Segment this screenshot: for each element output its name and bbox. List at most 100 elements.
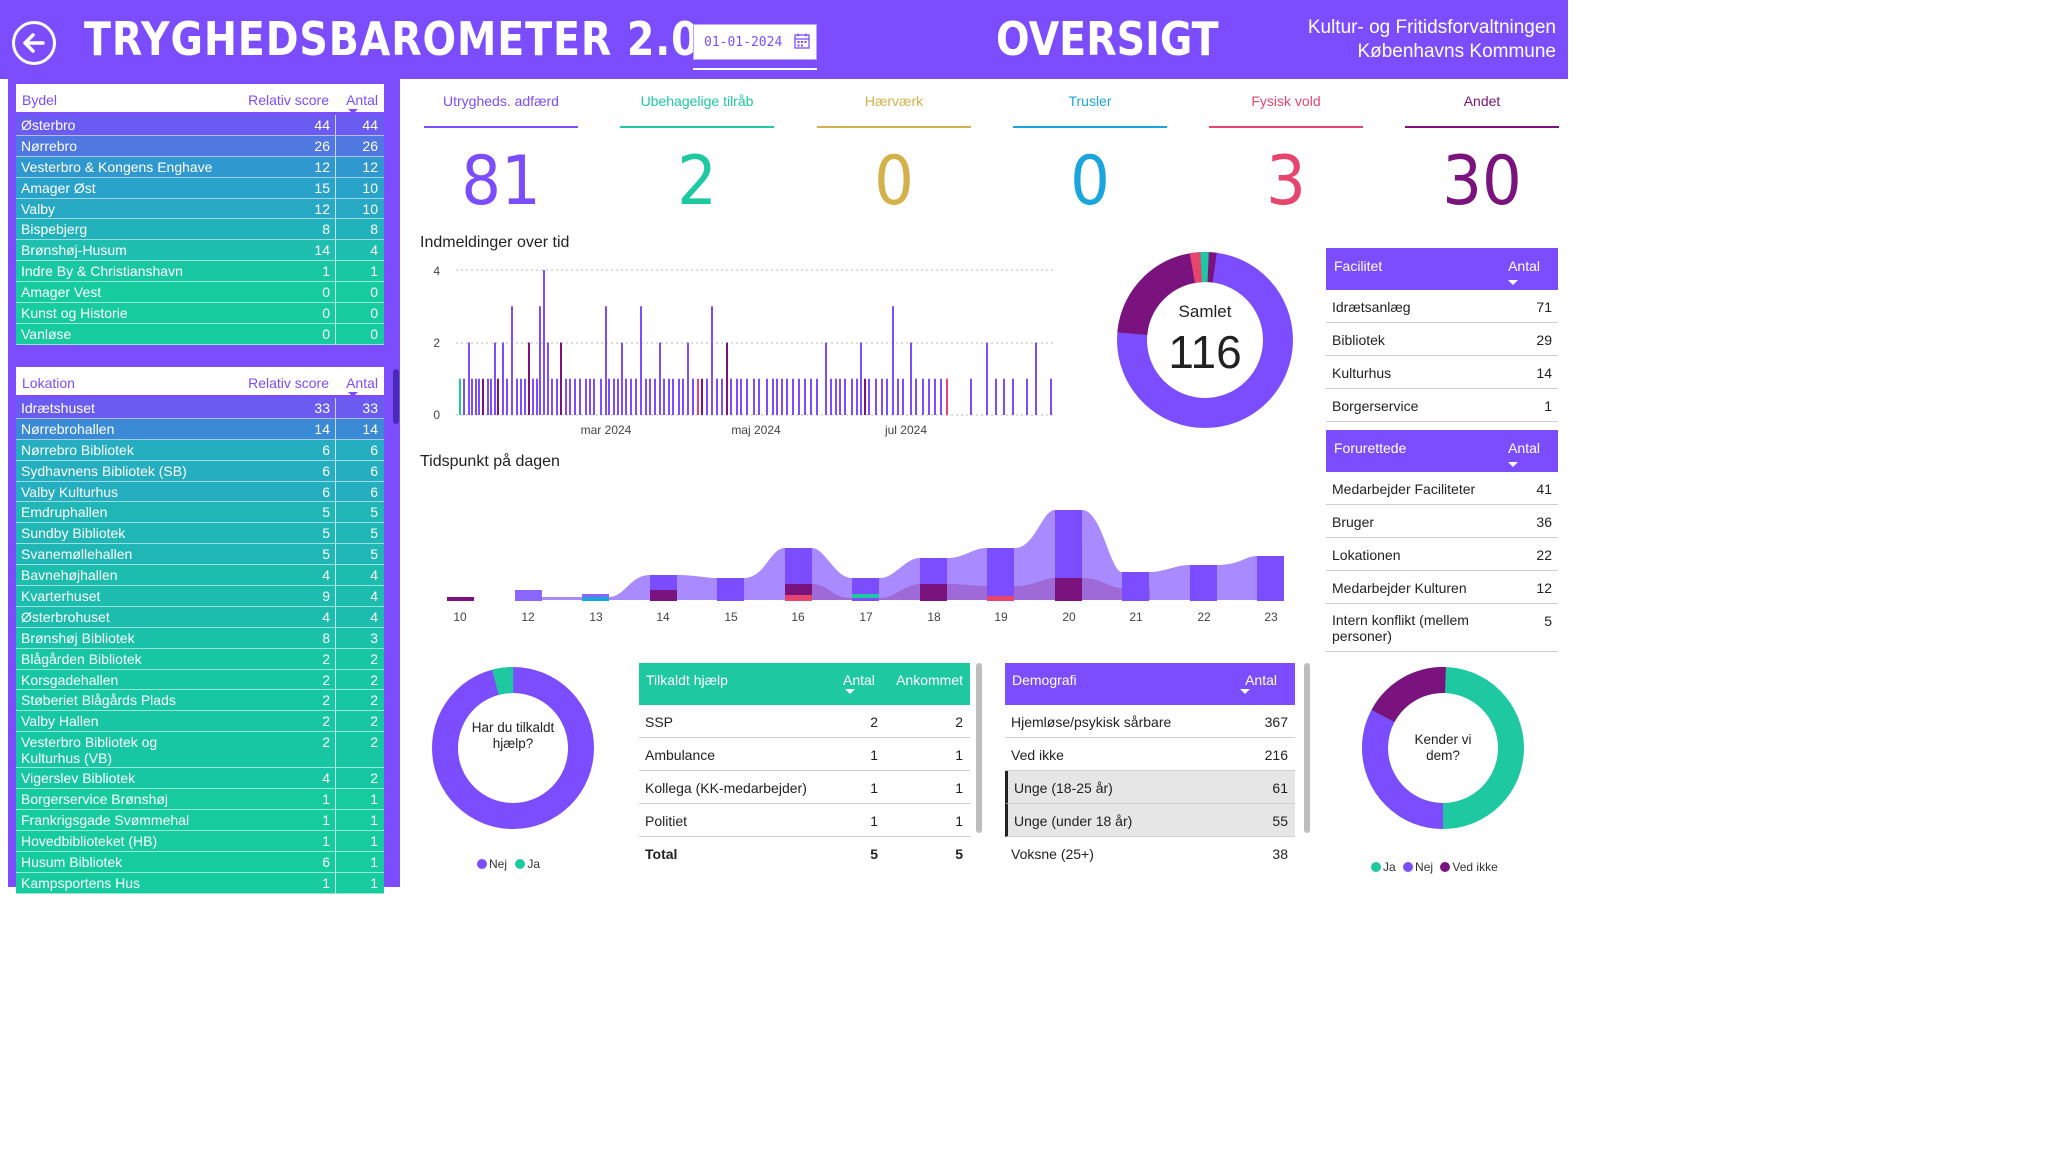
timeline-bar[interactable] xyxy=(804,378,806,415)
timeline-bar[interactable] xyxy=(786,378,788,415)
table-row[interactable]: Unge (under 18 år) 55 xyxy=(1005,804,1295,837)
table-row[interactable]: Støberiet Blågårds Plads 2 2 xyxy=(16,690,384,712)
tilkaldt-header-name[interactable]: Tilkaldt hjælp xyxy=(646,672,728,688)
table-row[interactable]: Svanemøllehallen 5 5 xyxy=(16,544,384,566)
timeline-bar[interactable] xyxy=(625,378,627,415)
timeline-bar[interactable] xyxy=(551,378,553,415)
timeline-bar[interactable] xyxy=(746,378,748,415)
table-row[interactable]: Borgerservice 1 xyxy=(1326,389,1558,422)
table-row[interactable]: Nørrebro Bibliotek 6 6 xyxy=(16,439,384,461)
timeline-bar[interactable] xyxy=(585,378,587,415)
table-row[interactable]: Nørrebro 26 26 xyxy=(16,135,384,157)
timeline-bar[interactable] xyxy=(659,342,661,416)
timeline-bar[interactable] xyxy=(740,378,742,415)
sort-desc-icon[interactable] xyxy=(1240,689,1250,694)
table-row[interactable]: Vigerslev Bibliotek 4 2 xyxy=(16,768,384,790)
hour-bar-22[interactable] xyxy=(1190,565,1217,601)
timeline-bar[interactable] xyxy=(490,378,492,415)
timeline-bar[interactable] xyxy=(605,306,607,415)
table-row[interactable]: Indre By & Christianshavn 1 1 xyxy=(16,261,384,283)
facilitet-header-name[interactable]: Facilitet xyxy=(1334,258,1382,274)
timeline-bar[interactable] xyxy=(875,378,877,415)
tilkaldt-scrollbar[interactable] xyxy=(976,663,982,833)
timeline-bar[interactable] xyxy=(556,378,558,415)
timeline-bar[interactable] xyxy=(864,378,866,415)
table-row[interactable]: Østerbro 44 44 xyxy=(16,115,384,136)
timeline-bar[interactable] xyxy=(810,378,812,415)
hour-bar-21[interactable] xyxy=(1122,572,1149,601)
table-row[interactable]: Husum Bibliotek 6 1 xyxy=(16,851,384,873)
table-row[interactable]: Frankrigsgade Svømmehal 1 1 xyxy=(16,810,384,831)
timeline-bar[interactable] xyxy=(506,378,508,415)
timeline-bar[interactable] xyxy=(524,378,526,415)
table-row[interactable]: Intern konflikt (mellem personer) 5 xyxy=(1326,604,1558,652)
table-row[interactable]: Idrætsanlæg 71 xyxy=(1326,290,1558,323)
scrollbar-thumb[interactable] xyxy=(393,369,399,424)
timeline-bar[interactable] xyxy=(892,306,894,415)
facilitet-header-count[interactable]: Antal xyxy=(1508,258,1540,274)
timeline-bar[interactable] xyxy=(816,378,818,415)
timeline-bar[interactable] xyxy=(758,378,760,415)
forurettede-header-count[interactable]: Antal xyxy=(1508,440,1540,456)
hour-bar-23[interactable] xyxy=(1257,556,1284,601)
table-row[interactable]: Hovedbiblioteket (HB) 1 1 xyxy=(16,830,384,852)
timeline-bar[interactable] xyxy=(536,378,538,415)
table-row[interactable]: Korsgadehallen 2 2 xyxy=(16,669,384,691)
table-row[interactable]: Kampsportens Hus 1 1 xyxy=(16,872,384,894)
kpi-card[interactable]: Ubehagelige tilråb 2 xyxy=(620,88,774,221)
timeline-bar[interactable] xyxy=(692,378,694,415)
table-row[interactable]: Lokationen 22 xyxy=(1326,538,1558,571)
table-row[interactable]: Nørrebrohallen 14 14 xyxy=(16,418,384,440)
forurettede-header[interactable]: Forurettede Antal xyxy=(1326,430,1558,472)
table-row[interactable]: Sundby Bibliotek 5 5 xyxy=(16,523,384,545)
table-row[interactable]: Bibliotek 29 xyxy=(1326,323,1558,356)
timeline-bar[interactable] xyxy=(516,378,518,415)
sort-desc-icon[interactable] xyxy=(348,109,358,114)
timeline-bar[interactable] xyxy=(726,342,728,416)
timeline-bar[interactable] xyxy=(716,378,718,415)
timeline-bar[interactable] xyxy=(475,378,477,415)
table-row[interactable]: Vesterbro Bibliotek og Kulturhus (VB) 2 2 xyxy=(16,732,384,769)
date-slider-track[interactable] xyxy=(693,68,817,70)
tilkaldt-header[interactable]: Tilkaldt hjælp Antal Ankommet xyxy=(639,663,970,705)
timeline-bar[interactable] xyxy=(574,378,576,415)
timeline-bar[interactable] xyxy=(1012,378,1014,415)
timeline-bar[interactable] xyxy=(482,378,484,415)
samlet-donut[interactable]: Samlet 116 xyxy=(1110,245,1300,435)
timeline-bar[interactable] xyxy=(910,342,912,416)
tilkaldt-header-count[interactable]: Antal xyxy=(843,672,875,688)
timeline-bar[interactable] xyxy=(478,378,480,415)
timeline-bar[interactable] xyxy=(946,378,948,415)
timeline-bar[interactable] xyxy=(654,378,656,415)
timeline-bar[interactable] xyxy=(798,378,800,415)
table-row[interactable]: Politiet 1 1 xyxy=(639,804,970,837)
bydel-header-count[interactable]: Antal xyxy=(346,92,378,108)
timeline-bar[interactable] xyxy=(697,378,699,415)
table-row[interactable]: Bispebjerg 8 8 xyxy=(16,219,384,241)
timeline-bar[interactable] xyxy=(678,378,680,415)
table-row[interactable]: Vanløse 0 0 xyxy=(16,323,384,345)
timeline-bar[interactable] xyxy=(970,378,972,415)
timeline-bar[interactable] xyxy=(487,378,489,415)
timeline-bar[interactable] xyxy=(600,378,602,415)
timeline-bar[interactable] xyxy=(922,378,924,415)
kpi-card[interactable]: Utrygheds. adfærd 81 xyxy=(424,88,578,221)
table-row[interactable]: Emdruphallen 5 5 xyxy=(16,502,384,524)
timeline-bar[interactable] xyxy=(463,378,465,415)
bydel-table-header[interactable]: Bydel Relativ score Antal xyxy=(16,84,384,114)
forurettede-header-name[interactable]: Forurettede xyxy=(1334,440,1406,456)
timeline-bar[interactable] xyxy=(721,378,723,415)
timeline-bar[interactable] xyxy=(781,378,783,415)
timeline-bar[interactable] xyxy=(663,378,665,415)
timeline-bar[interactable] xyxy=(915,378,917,415)
calendar-icon[interactable] xyxy=(794,33,810,49)
timeline-bar[interactable] xyxy=(494,342,496,416)
sort-desc-icon[interactable] xyxy=(348,392,358,397)
table-row[interactable]: Valby Kulturhus 6 6 xyxy=(16,481,384,503)
table-row[interactable]: Kulturhus 14 xyxy=(1326,356,1558,389)
timeline-bar[interactable] xyxy=(520,378,522,415)
timeline-bar[interactable] xyxy=(776,378,778,415)
timeline-bar[interactable] xyxy=(613,378,615,415)
timeline-bar[interactable] xyxy=(844,378,846,415)
timeline-bar[interactable] xyxy=(608,378,610,415)
